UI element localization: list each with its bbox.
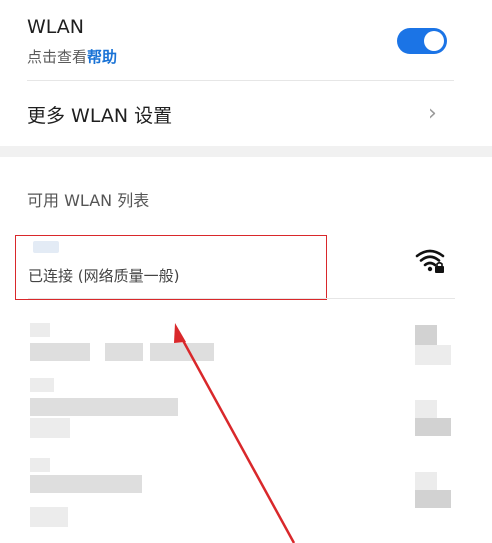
chevron-right-icon: › xyxy=(428,101,437,126)
redacted-block xyxy=(30,398,178,416)
divider xyxy=(28,298,455,299)
wlan-subtitle: 点击查看帮助 xyxy=(27,46,117,67)
wlan-toggle-row[interactable]: WLAN 点击查看帮助 xyxy=(0,0,492,80)
redacted-block xyxy=(415,418,451,436)
wifi-lock-icon xyxy=(415,249,445,273)
redacted-block xyxy=(30,343,90,361)
redacted-block xyxy=(105,343,143,361)
more-wlan-settings-row[interactable]: 更多 WLAN 设置 › xyxy=(0,80,492,146)
redacted-block xyxy=(415,490,451,508)
redacted-block xyxy=(30,507,68,527)
redacted-block xyxy=(30,475,142,493)
redacted-block xyxy=(415,325,437,345)
section-gap xyxy=(0,146,492,157)
redacted-block xyxy=(150,343,214,361)
switch-knob xyxy=(424,31,444,51)
available-wlan-list-header: 可用 WLAN 列表 xyxy=(27,191,150,210)
redacted-block xyxy=(415,345,451,365)
wlan-subtitle-prefix: 点击查看 xyxy=(27,48,88,66)
highlight-box xyxy=(15,235,327,300)
redacted-block xyxy=(415,400,437,418)
wlan-title: WLAN xyxy=(27,16,85,38)
redacted-block xyxy=(30,458,50,472)
more-settings-label: 更多 WLAN 设置 xyxy=(27,105,173,127)
redacted-block xyxy=(30,418,70,438)
wlan-switch[interactable] xyxy=(397,28,447,54)
redacted-block xyxy=(30,323,50,337)
help-link[interactable]: 帮助 xyxy=(87,48,117,66)
redacted-block xyxy=(415,472,437,490)
redacted-block xyxy=(30,378,54,392)
